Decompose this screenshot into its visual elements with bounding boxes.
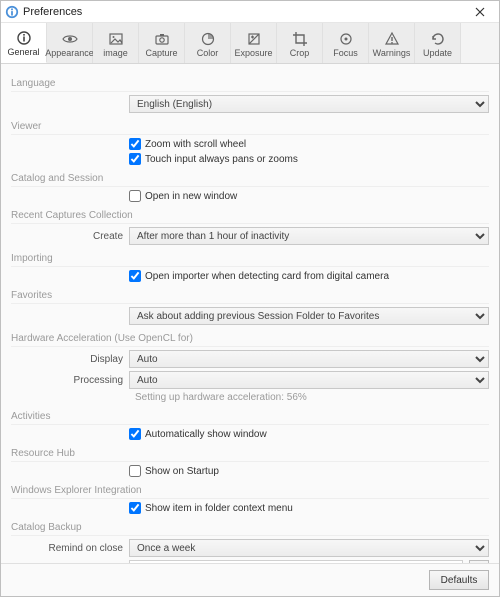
tab-label: Exposure	[234, 48, 272, 58]
open-new-window-checkbox[interactable]: Open in new window	[129, 190, 237, 202]
image-icon	[108, 31, 124, 47]
section-catalog-backup: Catalog Backup	[11, 522, 489, 536]
update-icon	[430, 31, 446, 47]
preferences-window: Preferences General Appearance image Cap…	[0, 0, 500, 597]
zoom-scroll-checkbox[interactable]: Zoom with scroll wheel	[129, 138, 246, 150]
tab-capture[interactable]: Capture	[139, 23, 185, 63]
color-icon	[200, 31, 216, 47]
footer: Defaults	[1, 563, 499, 596]
tab-label: Focus	[333, 48, 358, 58]
show-startup-checkbox[interactable]: Show on Startup	[129, 465, 219, 477]
tab-exposure[interactable]: Exposure	[231, 23, 277, 63]
remind-select[interactable]: Once a week	[129, 539, 489, 557]
section-explorer: Windows Explorer Integration	[11, 485, 489, 499]
language-select[interactable]: English (English)	[129, 95, 489, 113]
tab-warnings[interactable]: Warnings	[369, 23, 415, 63]
processing-label: Processing	[11, 375, 129, 386]
warning-icon	[384, 31, 400, 47]
tab-update[interactable]: Update	[415, 23, 461, 63]
create-select[interactable]: After more than 1 hour of inactivity	[129, 227, 489, 245]
exposure-icon	[246, 31, 262, 47]
section-language: Language	[11, 78, 489, 92]
touch-pan-checkbox[interactable]: Touch input always pans or zooms	[129, 153, 298, 165]
tab-label: Capture	[145, 48, 177, 58]
tab-appearance[interactable]: Appearance	[47, 23, 93, 63]
display-select[interactable]: Auto	[129, 350, 489, 368]
eye-icon	[62, 31, 78, 47]
section-recent-captures: Recent Captures Collection	[11, 210, 489, 224]
create-label: Create	[11, 231, 129, 242]
auto-show-checkbox[interactable]: Automatically show window	[129, 428, 267, 440]
close-button[interactable]	[465, 2, 495, 22]
tab-focus[interactable]: Focus	[323, 23, 369, 63]
section-favorites: Favorites	[11, 290, 489, 304]
tab-color[interactable]: Color	[185, 23, 231, 63]
focus-icon	[338, 31, 354, 47]
section-hw-accel: Hardware Acceleration (Use OpenCL for)	[11, 333, 489, 347]
tabstrip: General Appearance image Capture Color E…	[1, 23, 499, 64]
app-icon	[5, 5, 19, 19]
camera-icon	[154, 31, 170, 47]
tab-label: General	[7, 47, 39, 57]
preferences-body: Language English (English) Viewer Zoom w…	[1, 64, 499, 563]
info-icon	[16, 30, 32, 46]
section-activities: Activities	[11, 411, 489, 425]
window-title: Preferences	[23, 6, 465, 18]
crop-icon	[292, 31, 308, 47]
context-menu-checkbox[interactable]: Show item in folder context menu	[129, 502, 293, 514]
tab-label: Update	[423, 48, 452, 58]
section-catalog-session: Catalog and Session	[11, 173, 489, 187]
hw-accel-hint: Setting up hardware acceleration: 56%	[129, 392, 489, 403]
display-label: Display	[11, 354, 129, 365]
section-resource-hub: Resource Hub	[11, 448, 489, 462]
favorites-select[interactable]: Ask about adding previous Session Folder…	[129, 307, 489, 325]
tab-label: Color	[197, 48, 219, 58]
tab-label: Appearance	[45, 48, 94, 58]
section-viewer: Viewer	[11, 121, 489, 135]
tab-general[interactable]: General	[1, 23, 47, 63]
processing-select[interactable]: Auto	[129, 371, 489, 389]
tab-image[interactable]: image	[93, 23, 139, 63]
defaults-button[interactable]: Defaults	[429, 570, 489, 590]
remind-label: Remind on close	[11, 543, 129, 554]
titlebar: Preferences	[1, 1, 499, 23]
section-importing: Importing	[11, 253, 489, 267]
tab-label: Crop	[290, 48, 310, 58]
tab-label: Warnings	[373, 48, 411, 58]
tab-label: image	[103, 48, 128, 58]
open-importer-checkbox[interactable]: Open importer when detecting card from d…	[129, 270, 389, 282]
tab-crop[interactable]: Crop	[277, 23, 323, 63]
